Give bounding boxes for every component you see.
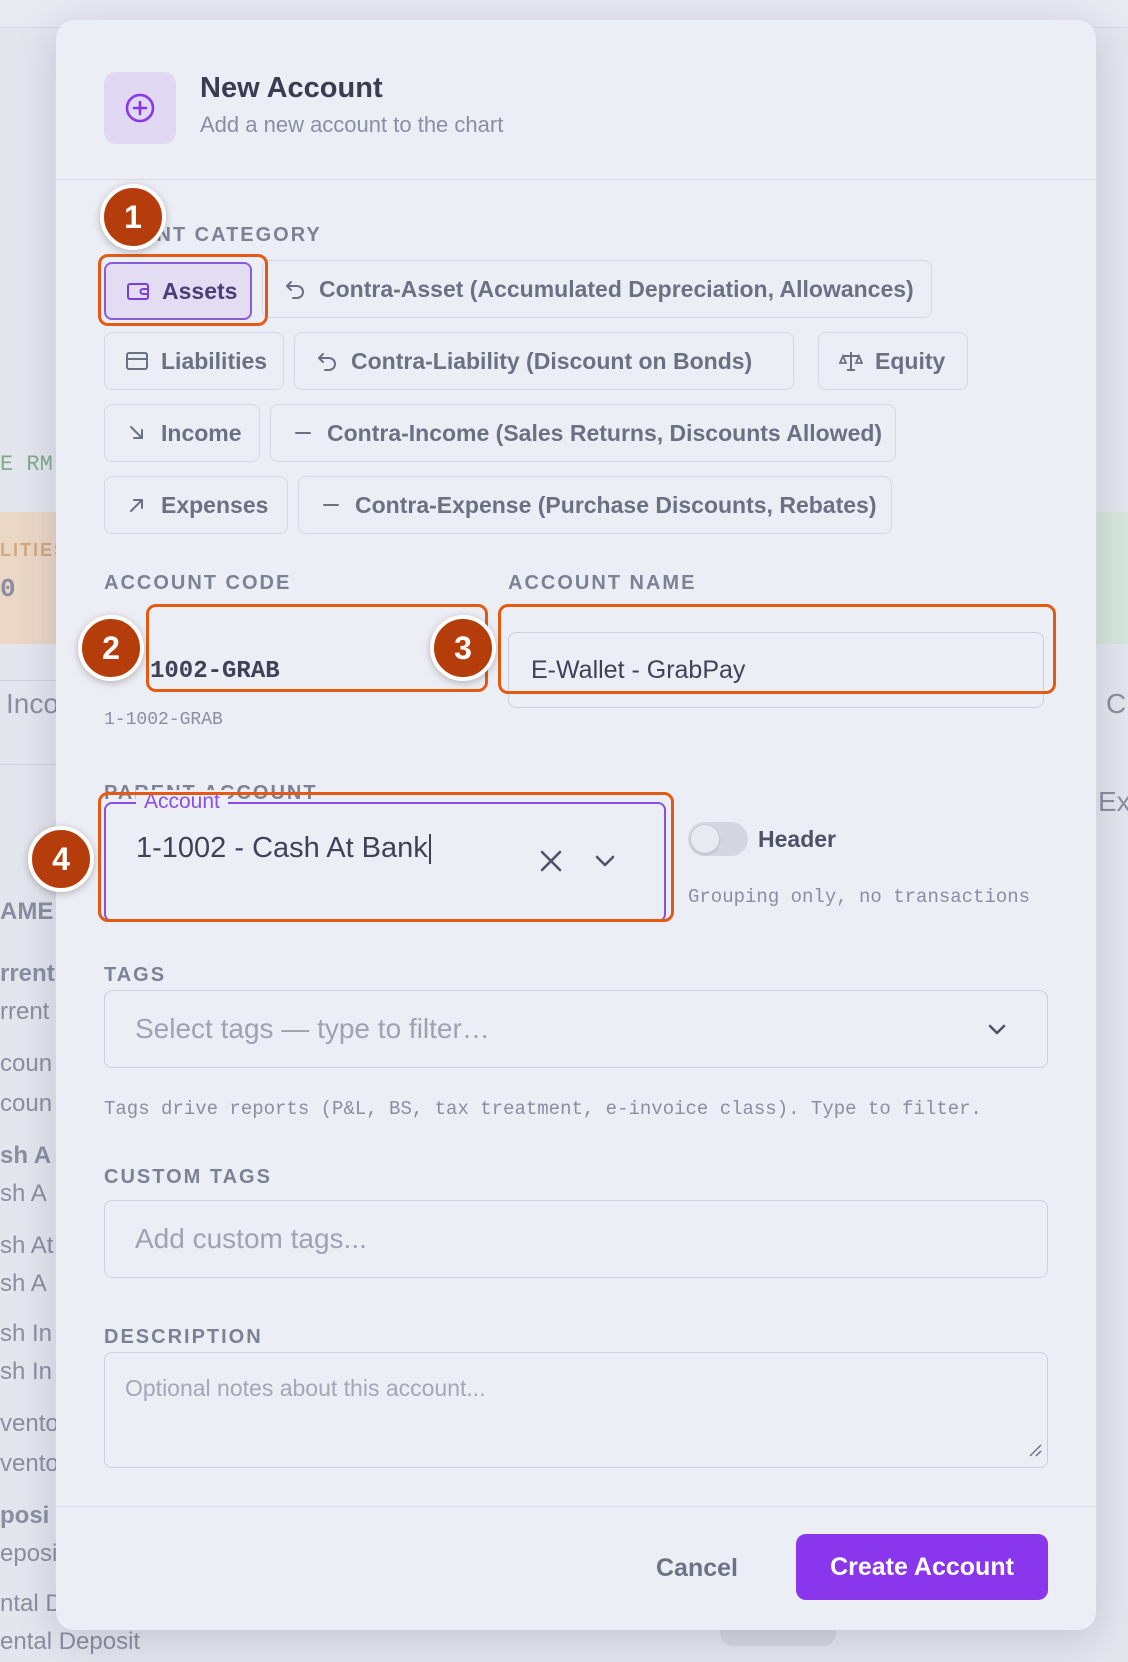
account-category-label: UNT CATEGORY <box>140 224 322 246</box>
resize-handle-icon[interactable] <box>1027 1442 1043 1463</box>
modal-subtitle: Add a new account to the chart <box>200 112 504 137</box>
background-row-text: sh In <box>0 1358 53 1385</box>
header-toggle-label: Header <box>758 826 836 852</box>
category-chip-contra-expense[interactable]: Contra-Expense (Purchase Discounts, Reba… <box>298 476 892 534</box>
background-row-text: vento <box>0 1410 59 1437</box>
chip-label: Contra-Income (Sales Returns, Discounts … <box>327 419 883 446</box>
background-row-text: eposi <box>0 1540 58 1567</box>
account-name-input[interactable]: E-Wallet - GrabPay <box>508 632 1044 708</box>
category-chip-expenses[interactable]: Expenses <box>104 476 288 534</box>
toggle-knob <box>691 825 719 853</box>
description-placeholder: Optional notes about this account... <box>125 1375 486 1401</box>
modal-footer-divider <box>56 1506 1096 1507</box>
background-fragment: AME <box>0 898 54 925</box>
background-card <box>1096 512 1128 644</box>
close-icon[interactable] <box>538 848 564 879</box>
background-divider <box>0 764 56 765</box>
plus-circle-icon <box>104 72 176 144</box>
chevron-down-icon[interactable] <box>985 1017 1009 1049</box>
custom-tags-input[interactable]: Add custom tags... <box>104 1200 1048 1278</box>
background-divider <box>0 680 56 681</box>
modal-header: New Account Add a new account to the cha… <box>56 20 1096 180</box>
parent-account-legend: Account <box>136 790 228 814</box>
background-row-text: rrent <box>0 998 50 1025</box>
chip-label: Assets <box>162 277 238 304</box>
annotation-badge-4: 4 <box>28 826 94 892</box>
custom-tags-placeholder: Add custom tags... <box>135 1223 367 1254</box>
background-fragment: 0 <box>0 574 16 604</box>
background-row-text: sh A <box>0 1180 47 1207</box>
chip-label: Contra-Asset (Accumulated Depreciation, … <box>319 275 914 302</box>
create-account-button[interactable]: Create Account <box>796 1534 1048 1600</box>
minus-icon <box>291 421 315 445</box>
header-toggle-helper: Grouping only, no transactions <box>688 886 1031 908</box>
minus-icon <box>319 493 343 517</box>
account-code-value: 1002-GRAB <box>150 657 280 685</box>
category-chip-contra-liability[interactable]: Contra-Liability (Discount on Bonds) <box>294 332 794 390</box>
background-fragment: Ex <box>1098 786 1128 817</box>
arrow-up-right-icon <box>125 493 149 517</box>
credit-card-icon <box>125 349 149 373</box>
custom-tags-label: CUSTOM TAGS <box>104 1166 272 1188</box>
annotation-badge-1: 1 <box>100 184 166 250</box>
new-account-modal: New Account Add a new account to the cha… <box>56 20 1096 1630</box>
account-name-value: E-Wallet - GrabPay <box>531 655 746 684</box>
parent-account-value: 1-1002 - Cash At Bank <box>136 832 428 864</box>
tags-helper: Tags drive reports (P&L, BS, tax treatme… <box>104 1098 982 1120</box>
category-chip-contra-asset[interactable]: Contra-Asset (Accumulated Depreciation, … <box>262 260 932 318</box>
annotation-badge-3: 3 <box>430 615 496 681</box>
wallet-icon <box>126 279 150 303</box>
description-label: DESCRIPTION <box>104 1326 263 1348</box>
tags-label: TAGS <box>104 964 167 986</box>
account-code-helper: 1-1002-GRAB <box>104 710 223 730</box>
background-fragment: E RM <box>0 452 53 477</box>
text-cursor <box>428 834 431 865</box>
parent-account-select[interactable]: Account 1-1002 - Cash At Bank <box>104 790 666 922</box>
chip-label: Contra-Liability (Discount on Bonds) <box>351 347 753 374</box>
chip-label: Contra-Expense (Purchase Discounts, Reba… <box>355 491 877 518</box>
background-fragment: C <box>1106 688 1127 719</box>
annotation-badge-2: 2 <box>78 615 144 681</box>
chevron-down-icon[interactable] <box>592 848 618 879</box>
modal-title: New Account <box>200 72 383 104</box>
scale-icon <box>839 349 863 373</box>
chip-label: Expenses <box>161 491 269 518</box>
background-fragment: Inco <box>6 688 59 719</box>
background-row-text: coun <box>0 1050 53 1077</box>
account-name-label: ACCOUNT NAME <box>508 572 697 594</box>
background-row-text: vento <box>0 1450 59 1477</box>
category-chip-income[interactable]: Income <box>104 404 260 462</box>
chip-label: Income <box>161 419 242 446</box>
header-toggle[interactable] <box>688 822 748 856</box>
undo-arrow-icon <box>283 277 307 301</box>
background-row-text: rrent <box>0 960 55 987</box>
category-chip-equity[interactable]: Equity <box>818 332 968 390</box>
account-code-label: ACCOUNT CODE <box>104 572 292 594</box>
parent-account-value-wrap: 1-1002 - Cash At Bank <box>136 832 431 865</box>
chip-label: Equity <box>875 347 946 374</box>
tags-placeholder: Select tags — type to filter… <box>135 1013 490 1044</box>
tags-select[interactable]: Select tags — type to filter… <box>104 990 1048 1068</box>
background-row-text: posi <box>0 1502 50 1529</box>
background-row-text: sh A <box>0 1270 47 1297</box>
background-row-text: ntal D <box>0 1590 63 1617</box>
arrow-down-right-icon <box>125 421 149 445</box>
description-textarea[interactable]: Optional notes about this account... <box>104 1352 1048 1468</box>
undo-arrow-icon <box>315 349 339 373</box>
background-row-text: sh At <box>0 1232 54 1259</box>
background-row-text: sh In <box>0 1320 53 1347</box>
chip-label: Liabilities <box>161 347 268 374</box>
category-chip-liabilities[interactable]: Liabilities <box>104 332 284 390</box>
background-row-text: sh A <box>0 1142 52 1169</box>
background-row-text: coun <box>0 1090 53 1117</box>
category-chip-contra-income[interactable]: Contra-Income (Sales Returns, Discounts … <box>270 404 896 462</box>
background-row-text: ental Deposit <box>0 1628 141 1655</box>
cancel-button[interactable]: Cancel <box>656 1554 738 1583</box>
category-chip-assets[interactable]: Assets <box>104 262 252 320</box>
